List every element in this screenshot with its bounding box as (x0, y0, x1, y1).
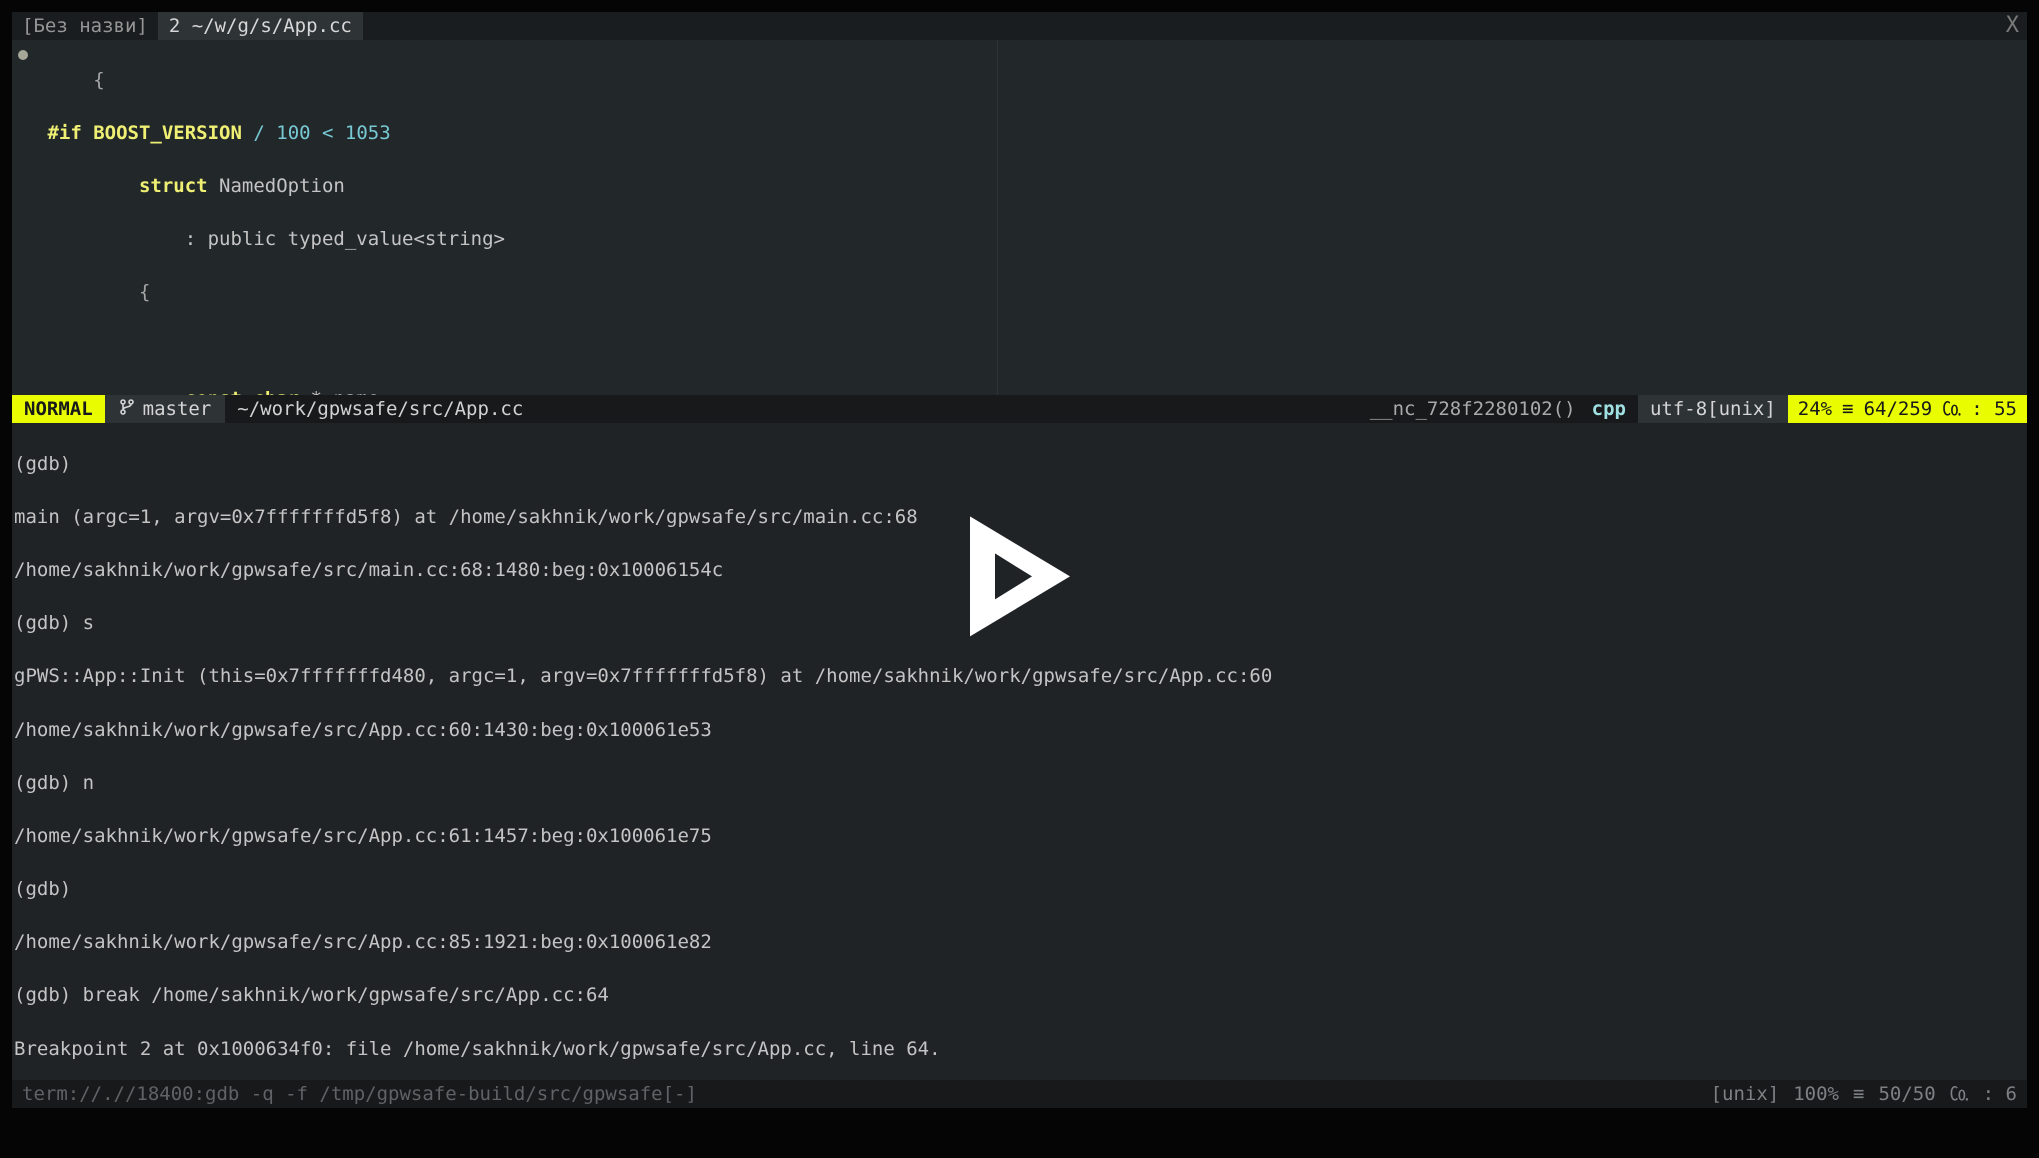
column: : 55 (1971, 396, 2017, 423)
gdb-line: /home/sakhnik/work/gpwsafe/src/App.cc:85… (14, 929, 2025, 956)
code-line: { (36, 69, 105, 91)
statusline-editor: NORMAL master ~/work/gpwsafe/src/App.cc … (12, 395, 2027, 423)
tab-bar: [Без назви] 2 ~/w/g/s/App.cc X (12, 12, 2027, 40)
encoding: utf-8[unix] (1638, 395, 1788, 423)
terminal-pane[interactable]: (gdb) main (argc=1, argv=0x7fffffffd5f8)… (12, 423, 2027, 1080)
code-line: : public typed_value<string> (36, 228, 505, 250)
col-glyph: ㏇ (1950, 1081, 1969, 1108)
code-token: *_name; (299, 388, 391, 395)
code-line: { (36, 281, 150, 303)
terminal-title: term://.//18400:gdb -q -f /tmp/gpwsafe-b… (22, 1081, 1711, 1108)
code-token: 100 (276, 122, 310, 144)
mode-indicator: NORMAL (12, 395, 105, 423)
gdb-line: /home/sakhnik/work/gpwsafe/src/App.cc:61… (14, 823, 2025, 850)
lines-icon: ≡ (1853, 1081, 1864, 1108)
filetype: cpp (1588, 395, 1638, 423)
code-token: const (36, 388, 242, 395)
tab-label: 2 ~/w/g/s/App.cc (169, 13, 352, 40)
line-count: 64/259 (1864, 396, 1933, 423)
gdb-line: (gdb) break /home/sakhnik/work/gpwsafe/s… (14, 982, 2025, 1009)
percent: 24% (1798, 396, 1832, 423)
gdb-line: (gdb) (14, 876, 2025, 903)
code-token: struct (36, 175, 208, 197)
editor-window: [Без назви] 2 ~/w/g/s/App.cc X { #if BOO… (12, 12, 2027, 1146)
file-path: ~/work/gpwsafe/src/App.cc (225, 395, 535, 423)
statusline-terminal: term://.//18400:gdb -q -f /tmp/gpwsafe-b… (12, 1080, 2027, 1108)
current-function: __nc_728f2280102() (1358, 395, 1588, 423)
tab-label: [Без назви] (22, 13, 148, 40)
gdb-line: /home/sakhnik/work/gpwsafe/src/main.cc:6… (14, 557, 2025, 584)
branch-icon (119, 397, 135, 424)
code-token: / (242, 122, 276, 144)
gdb-line: (gdb) s (14, 610, 2025, 637)
gdb-line: main (argc=1, argv=0x7fffffffd5f8) at /h… (14, 504, 2025, 531)
gdb-line: (gdb) n (14, 770, 2025, 797)
lines-icon: ≡ (1842, 396, 1853, 423)
col-glyph: ㏇ (1942, 396, 1961, 423)
code-blank (12, 333, 2027, 360)
position-indicator: 24% ≡ 64/259 ㏇ : 55 (1788, 395, 2027, 423)
percent: 100% (1793, 1081, 1839, 1108)
gdb-line: gPWS::App::Init (this=0x7fffffffd480, ar… (14, 663, 2025, 690)
code-content: { #if BOOST_VERSION / 100 < 1053 struct … (12, 40, 2027, 395)
code-token: BOOST_VERSION (82, 122, 242, 144)
git-branch: master (105, 395, 226, 423)
code-token: < (311, 122, 345, 144)
code-token: #if (36, 122, 82, 144)
gdb-line: /home/sakhnik/work/gpwsafe/src/App.cc:60… (14, 717, 2025, 744)
close-icon[interactable]: X (2006, 13, 2019, 40)
gdb-line: (gdb) (14, 451, 2025, 478)
code-token: 1053 (345, 122, 391, 144)
code-token: NamedOption (208, 175, 345, 197)
tab-unnamed[interactable]: [Без назви] (12, 12, 159, 40)
code-token: char (242, 388, 299, 395)
encoding: [unix] (1711, 1081, 1780, 1108)
branch-name: master (143, 396, 212, 423)
code-pane[interactable]: { #if BOOST_VERSION / 100 < 1053 struct … (12, 40, 2027, 395)
gdb-line: Breakpoint 2 at 0x1000634f0: file /home/… (14, 1036, 2025, 1063)
tab-app-cc[interactable]: 2 ~/w/g/s/App.cc (159, 12, 363, 40)
column: : 6 (1983, 1081, 2017, 1108)
bottom-pad (12, 1108, 2027, 1146)
line-count: 50/50 (1878, 1081, 1935, 1108)
